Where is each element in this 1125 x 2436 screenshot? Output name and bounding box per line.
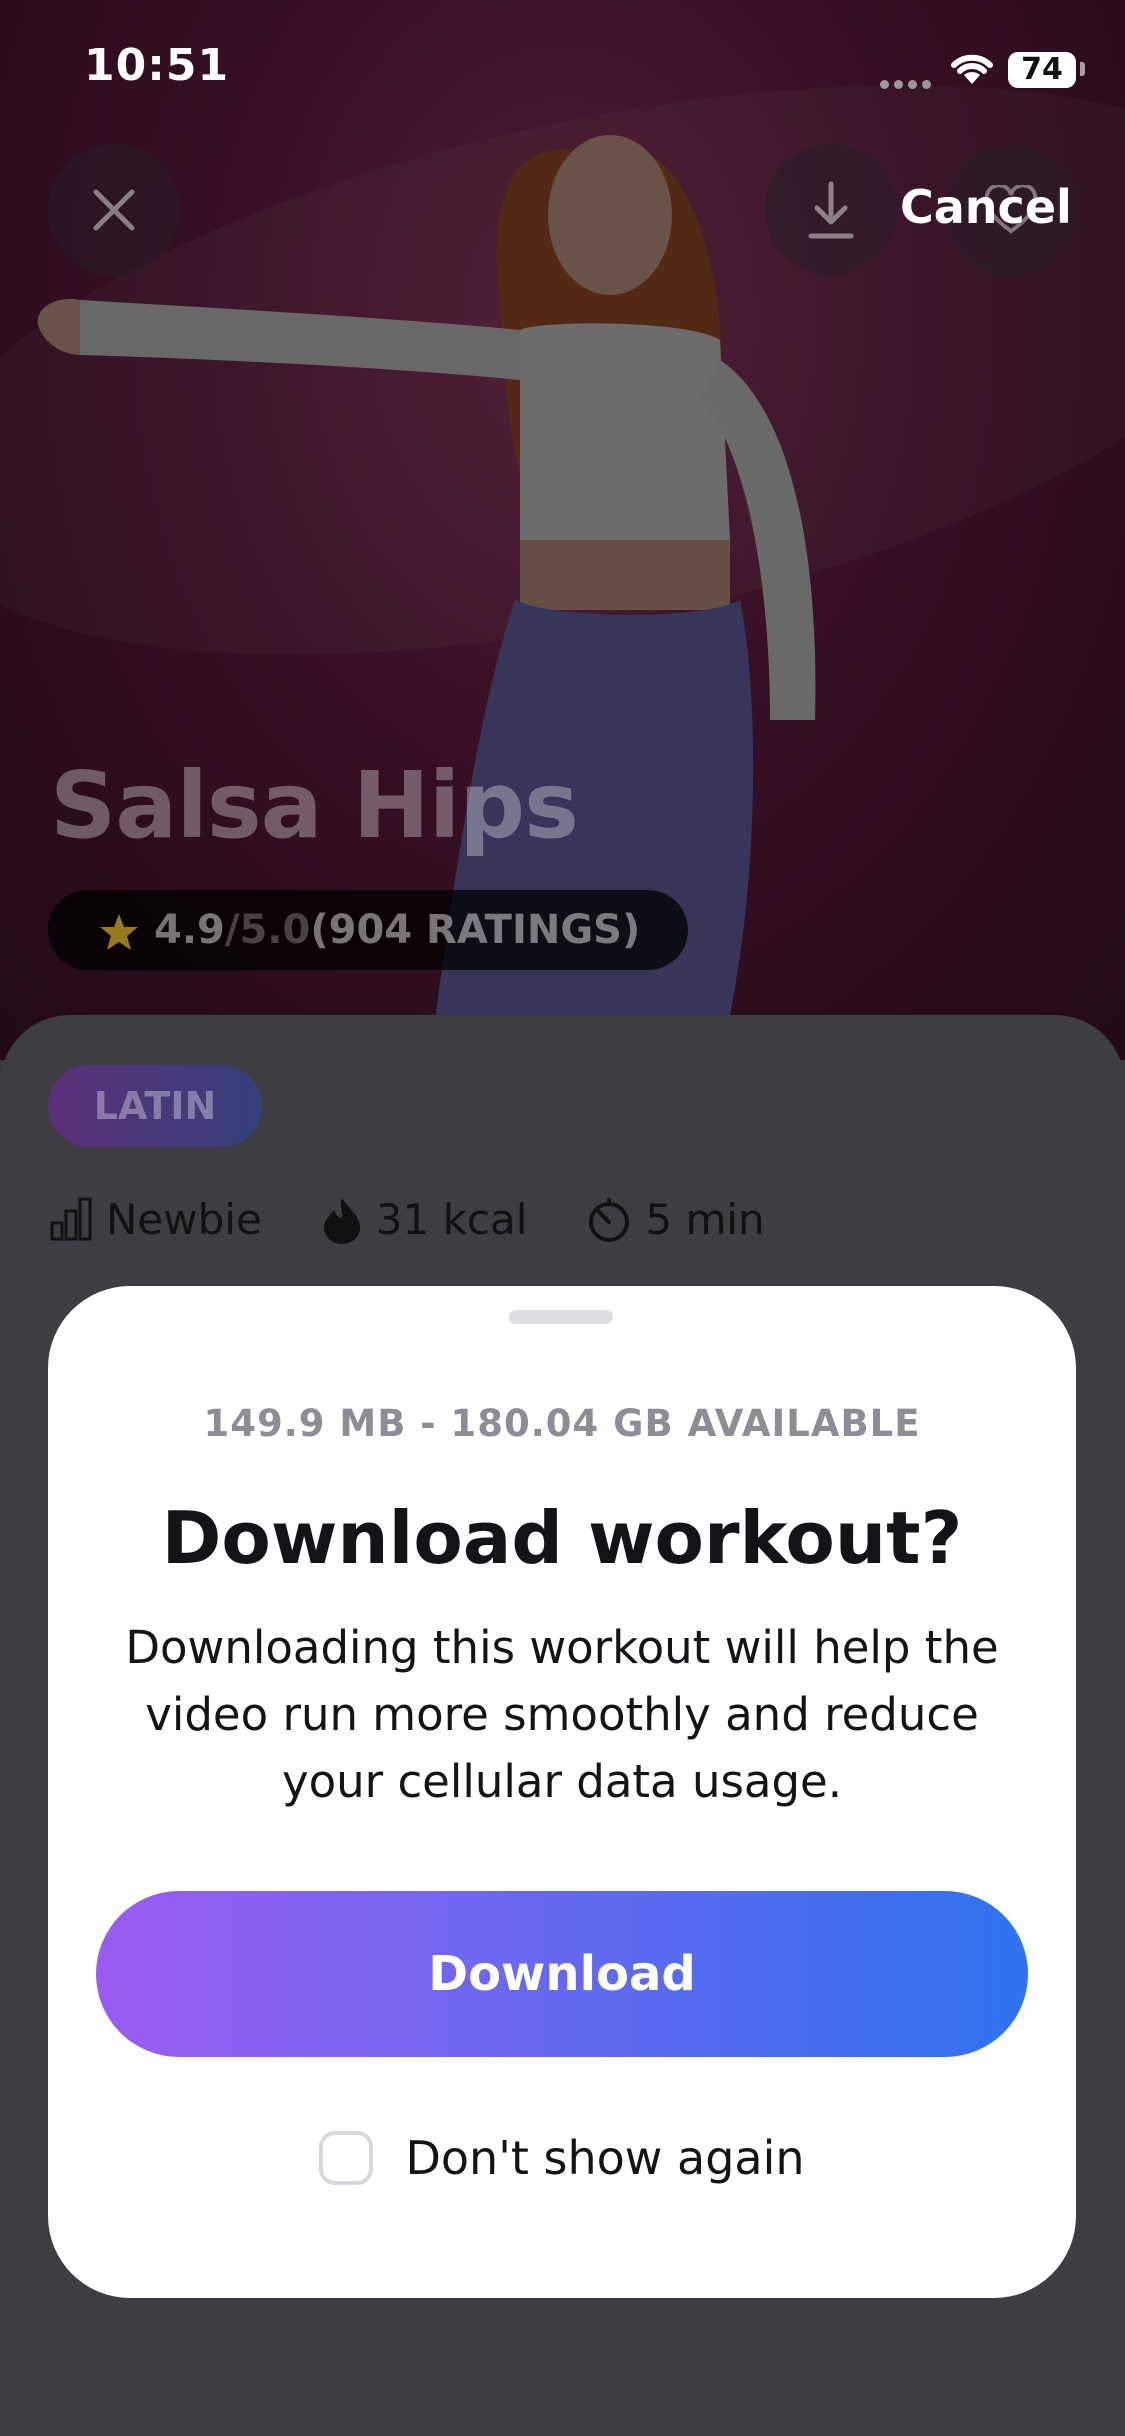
download-icon	[808, 181, 854, 239]
stat-calories: 31 kcal	[320, 1195, 528, 1244]
bar-chart-icon	[50, 1197, 92, 1240]
stat-calories-label: 31 kcal	[375, 1195, 528, 1244]
cancel-button[interactable]: Cancel	[900, 180, 1072, 234]
dont-show-again-row[interactable]: Don't show again	[48, 2131, 1076, 2185]
close-button[interactable]	[48, 144, 180, 276]
workout-stats: Newbie 31 kcal 5 min	[48, 1195, 823, 1244]
dont-show-again-checkbox[interactable]	[319, 2131, 374, 2185]
star-icon	[100, 914, 138, 950]
battery-icon: 74	[1008, 52, 1076, 88]
download-dialog: 149.9 MB - 180.04 GB AVAILABLE Download …	[48, 1286, 1076, 2298]
dialog-title: Download workout?	[161, 1496, 963, 1580]
status-time: 10:51	[84, 40, 230, 91]
ratings-count: (904 RATINGS)	[310, 907, 641, 953]
timer-icon	[589, 1197, 630, 1242]
flame-icon	[323, 1197, 360, 1244]
download-button[interactable]: Download	[96, 1891, 1028, 2057]
rating-pill: 4.9 /5.0 (904 RATINGS)	[48, 890, 688, 970]
stat-duration: 5 min	[585, 1195, 765, 1244]
rating-value: 4.9	[154, 907, 225, 953]
dont-show-again-label: Don't show again	[405, 2131, 805, 2185]
rating-max: /5.0	[224, 907, 311, 953]
workout-title: Salsa Hips	[50, 752, 579, 859]
wifi-icon	[951, 54, 993, 84]
stat-level: Newbie	[48, 1195, 262, 1244]
dialog-body: Downloading this workout will help the v…	[125, 1621, 999, 1808]
download-icon-button[interactable]	[765, 144, 897, 276]
stat-level-label: Newbie	[106, 1195, 262, 1244]
category-tag[interactable]: LATIN	[48, 1065, 262, 1147]
close-icon	[93, 189, 135, 231]
stat-duration-label: 5 min	[645, 1195, 765, 1244]
cellular-signal-icon	[880, 74, 936, 89]
battery-tip	[1080, 62, 1085, 76]
sheet-grabber[interactable]	[509, 1310, 613, 1324]
storage-info: 149.9 MB - 180.04 GB AVAILABLE	[203, 1402, 921, 1445]
status-bar: 10:51 74	[0, 0, 1125, 140]
